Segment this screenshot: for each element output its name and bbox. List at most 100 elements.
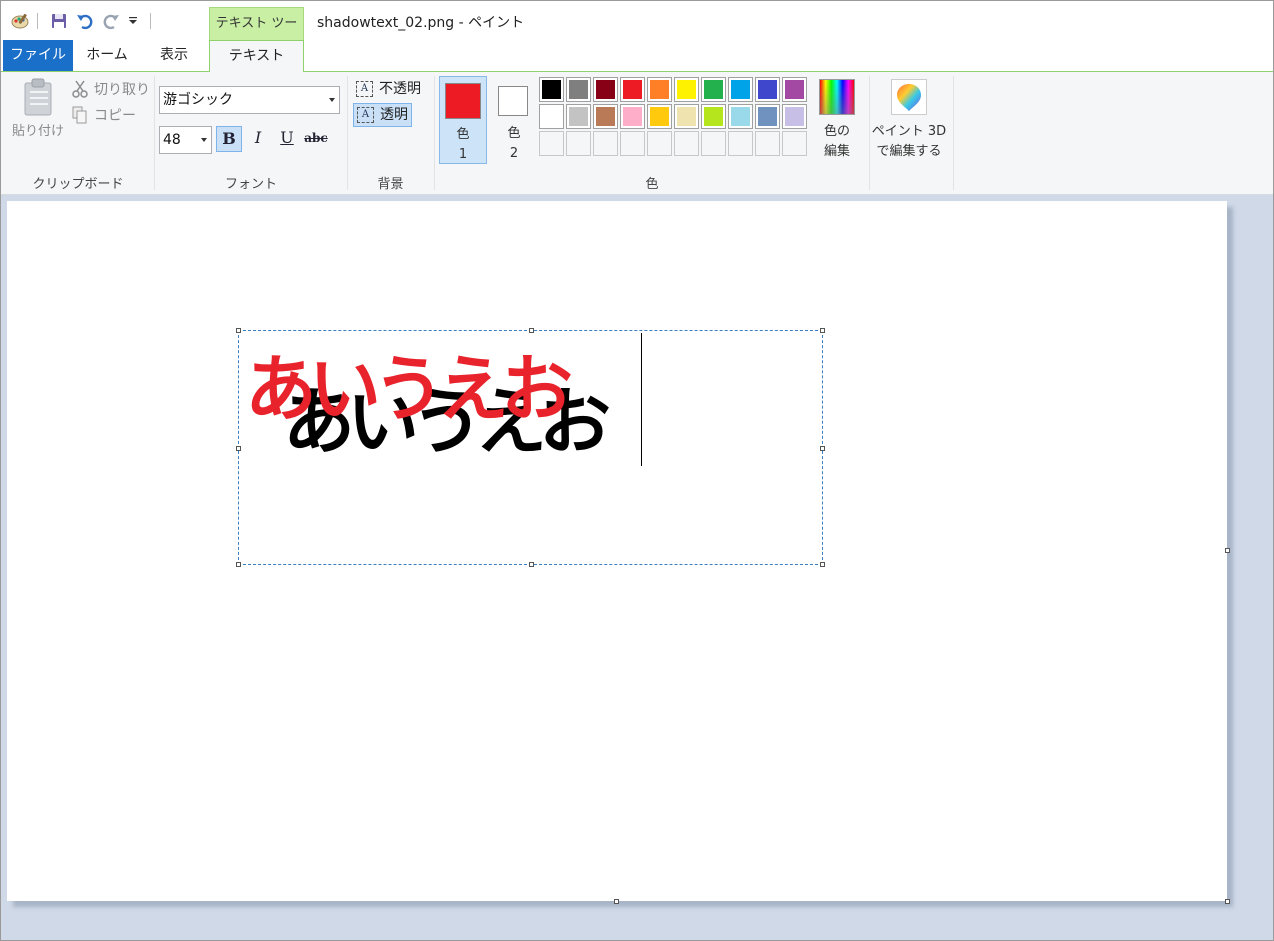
resize-handle-bottom-left[interactable] — [236, 562, 241, 567]
tab-view[interactable]: 表示 — [145, 40, 203, 71]
palette-color-swatch[interactable] — [782, 77, 807, 102]
paste-button[interactable]: 貼り付け — [7, 78, 69, 142]
paint-app-icon[interactable] — [10, 11, 30, 31]
resize-handle-bottom[interactable] — [529, 562, 534, 567]
color1-label: 色 1 — [440, 125, 486, 165]
font-size-select[interactable]: 48 — [159, 126, 212, 154]
palette-color-swatch[interactable] — [593, 77, 618, 102]
transparent-option[interactable]: A 透明 — [353, 103, 412, 127]
canvas-resize-handle-bottom[interactable] — [614, 899, 619, 904]
color1-button[interactable]: 色 1 — [439, 76, 487, 164]
paint3d-label-line1: ペイント 3D — [871, 124, 947, 139]
palette-color-swatch[interactable] — [620, 104, 645, 129]
resize-handle-top-left[interactable] — [236, 328, 241, 333]
palette-color-swatch[interactable] — [782, 104, 807, 129]
underline-button[interactable]: U — [274, 126, 300, 152]
color2-button[interactable]: 色 2 — [490, 76, 538, 164]
chevron-down-icon — [329, 98, 335, 102]
palette-color-fill — [650, 107, 669, 126]
edit-colors-label-line2: 編集 — [823, 144, 850, 159]
color2-label: 色 2 — [490, 124, 538, 164]
palette-color-swatch[interactable] — [701, 104, 726, 129]
palette-empty-slot[interactable] — [782, 131, 807, 156]
palette-color-swatch[interactable] — [620, 77, 645, 102]
color1-label-line1: 色 — [456, 127, 470, 142]
redo-icon[interactable] — [101, 11, 121, 31]
edit-with-paint3d-button[interactable]: ペイント 3D で編集する — [871, 79, 947, 162]
palette-color-fill — [704, 80, 723, 99]
copy-label: コピー — [94, 108, 136, 124]
font-family-select[interactable]: 游ゴシック — [159, 86, 340, 114]
palette-empty-slot[interactable] — [674, 131, 699, 156]
save-icon[interactable] — [49, 11, 69, 31]
edit-colors-label-line1: 色の — [823, 124, 850, 139]
palette-empty-slot[interactable] — [755, 131, 780, 156]
clipboard-group-label: クリップボード — [32, 177, 124, 192]
canvas-work-area: あいうえお あいうえお — [1, 195, 1273, 940]
customize-dropdown-icon[interactable] — [123, 11, 143, 31]
italic-button[interactable]: I — [245, 126, 271, 152]
palette-empty-slot[interactable] — [701, 131, 726, 156]
edit-colors-button[interactable]: 色の 編集 — [817, 79, 857, 162]
cut-label: 切り取り — [94, 82, 150, 98]
transparent-label: 透明 — [380, 107, 408, 123]
palette-color-fill — [569, 80, 588, 99]
color-palette — [539, 77, 807, 156]
cut-button[interactable]: 切り取り — [72, 78, 150, 100]
palette-empty-slot[interactable] — [647, 131, 672, 156]
copy-button[interactable]: コピー — [72, 104, 136, 126]
font-group-label: フォント — [224, 177, 277, 192]
palette-color-swatch[interactable] — [566, 104, 591, 129]
palette-empty-slot[interactable] — [539, 131, 564, 156]
tab-text[interactable]: テキスト — [209, 40, 304, 73]
palette-color-fill — [704, 107, 723, 126]
resize-handle-bottom-right[interactable] — [820, 562, 825, 567]
palette-color-swatch[interactable] — [647, 104, 672, 129]
tab-home[interactable]: ホーム — [79, 40, 135, 71]
palette-color-fill — [677, 80, 696, 99]
canvas-resize-handle-corner[interactable] — [1225, 899, 1230, 904]
undo-icon[interactable] — [75, 11, 95, 31]
palette-color-fill — [569, 107, 588, 126]
paste-label: 貼り付け — [11, 124, 64, 139]
palette-empty-slot[interactable] — [620, 131, 645, 156]
palette-empty-slot[interactable] — [593, 131, 618, 156]
resize-handle-top[interactable] — [529, 328, 534, 333]
palette-color-swatch[interactable] — [566, 77, 591, 102]
palette-color-fill — [731, 107, 750, 126]
resize-handle-left[interactable] — [236, 446, 241, 451]
palette-color-fill — [785, 80, 804, 99]
palette-color-swatch[interactable] — [701, 77, 726, 102]
palette-color-fill — [785, 107, 804, 126]
palette-color-swatch[interactable] — [755, 104, 780, 129]
text-box[interactable]: あいうえお あいうえお — [236, 328, 825, 567]
ribbon-separator — [953, 76, 954, 190]
canvas-resize-handle-right[interactable] — [1225, 548, 1230, 553]
resize-handle-top-right[interactable] — [820, 328, 825, 333]
palette-color-swatch[interactable] — [539, 77, 564, 102]
palette-color-fill — [542, 107, 561, 126]
palette-empty-slot[interactable] — [566, 131, 591, 156]
palette-color-fill — [623, 80, 642, 99]
drawing-canvas[interactable]: あいうえお あいうえお — [7, 201, 1227, 901]
resize-handle-right[interactable] — [820, 446, 825, 451]
palette-color-fill — [623, 107, 642, 126]
palette-color-swatch[interactable] — [647, 77, 672, 102]
palette-color-swatch[interactable] — [593, 104, 618, 129]
bold-button[interactable]: B — [216, 126, 242, 152]
palette-color-swatch[interactable] — [755, 77, 780, 102]
font-family-value: 游ゴシック — [163, 92, 233, 108]
palette-color-swatch[interactable] — [539, 104, 564, 129]
palette-color-fill — [596, 107, 615, 126]
palette-color-swatch[interactable] — [728, 104, 753, 129]
palette-color-swatch[interactable] — [728, 77, 753, 102]
chevron-down-icon — [201, 138, 207, 142]
opaque-background-icon: A — [356, 81, 373, 97]
scissors-icon — [72, 80, 90, 98]
palette-color-swatch[interactable] — [674, 77, 699, 102]
opaque-option[interactable]: A 不透明 — [353, 78, 421, 102]
strikethrough-button[interactable]: abc — [303, 126, 329, 152]
palette-empty-slot[interactable] — [728, 131, 753, 156]
tab-file[interactable]: ファイル — [3, 40, 73, 71]
palette-color-swatch[interactable] — [674, 104, 699, 129]
